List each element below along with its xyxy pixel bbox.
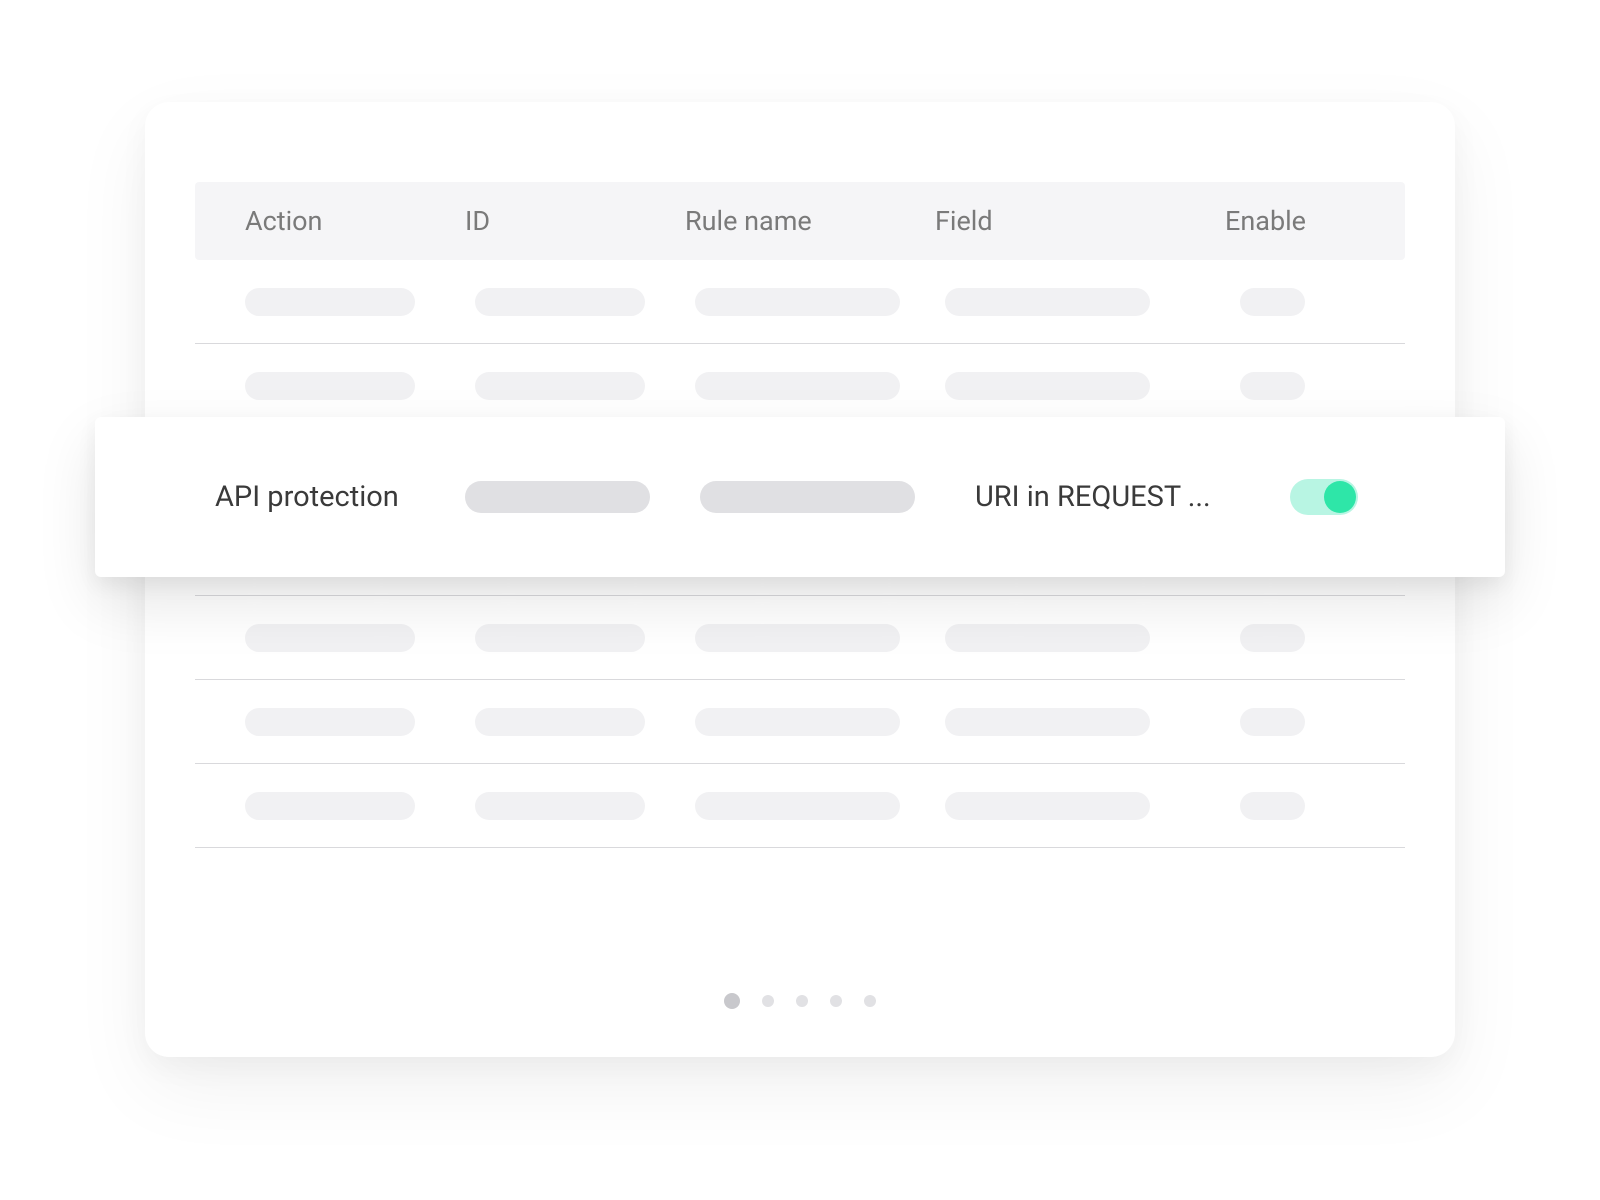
skeleton-placeholder [700, 481, 915, 513]
skeleton-placeholder [1240, 288, 1305, 316]
skeleton-placeholder [475, 288, 645, 316]
column-header-id: ID [465, 205, 685, 237]
skeleton-placeholder [245, 708, 415, 736]
enable-toggle[interactable] [1290, 479, 1358, 515]
skeleton-placeholder [245, 288, 415, 316]
pagination-dot[interactable] [724, 993, 740, 1009]
table-row[interactable] [195, 260, 1405, 344]
skeleton-placeholder [945, 708, 1150, 736]
skeleton-placeholder [475, 792, 645, 820]
column-header-action: Action [245, 205, 465, 237]
pagination-dot[interactable] [830, 995, 842, 1007]
column-header-rule-name: Rule name [685, 205, 935, 237]
table-row[interactable] [195, 344, 1405, 428]
skeleton-placeholder [695, 288, 900, 316]
skeleton-placeholder [465, 481, 650, 513]
skeleton-placeholder [945, 372, 1150, 400]
pagination-dot[interactable] [864, 995, 876, 1007]
skeleton-placeholder [695, 372, 900, 400]
table-row[interactable] [195, 680, 1405, 764]
skeleton-placeholder [695, 792, 900, 820]
skeleton-placeholder [1240, 372, 1305, 400]
pagination-dot[interactable] [796, 995, 808, 1007]
highlighted-row[interactable]: API protection URI in REQUEST ... [95, 417, 1505, 577]
skeleton-placeholder [245, 792, 415, 820]
skeleton-placeholder [1240, 624, 1305, 652]
skeleton-placeholder [945, 288, 1150, 316]
skeleton-placeholder [1240, 792, 1305, 820]
skeleton-placeholder [475, 372, 645, 400]
column-header-field: Field [935, 205, 1225, 237]
toggle-knob [1324, 481, 1356, 513]
pagination [145, 995, 1455, 1009]
column-header-enable: Enable [1225, 205, 1355, 237]
skeleton-placeholder [245, 624, 415, 652]
skeleton-placeholder [475, 624, 645, 652]
row-action-value: API protection [215, 480, 465, 514]
table-header: Action ID Rule name Field Enable [195, 182, 1405, 260]
skeleton-placeholder [695, 624, 900, 652]
skeleton-placeholder [245, 372, 415, 400]
rules-card: Action ID Rule name Field Enable [145, 102, 1455, 1057]
table-row[interactable] [195, 596, 1405, 680]
row-field-value: URI in REQUEST ... [975, 480, 1235, 514]
skeleton-placeholder [475, 708, 645, 736]
skeleton-placeholder [945, 624, 1150, 652]
table-row[interactable] [195, 764, 1405, 848]
skeleton-placeholder [695, 708, 900, 736]
skeleton-placeholder [945, 792, 1150, 820]
skeleton-placeholder [1240, 708, 1305, 736]
pagination-dot[interactable] [762, 995, 774, 1007]
